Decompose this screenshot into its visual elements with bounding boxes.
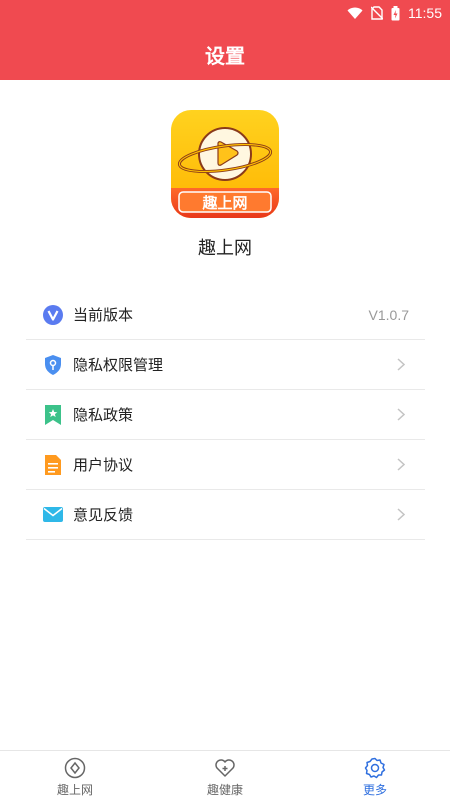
shield-key-icon: [43, 354, 63, 375]
bookmark-star-icon: [43, 404, 63, 425]
settings-label: 意见反馈: [73, 506, 134, 524]
app-name: 趣上网: [198, 238, 252, 259]
mail-icon: [43, 505, 63, 525]
bottom-tab-bar: 趣上网 趣健康 更多: [0, 750, 450, 801]
header-bar: 11:55 设置: [0, 0, 450, 80]
status-time: 11:55: [408, 5, 442, 21]
settings-row-privacy-permissions[interactable]: 隐私权限管理: [26, 340, 425, 390]
wifi-icon: [347, 7, 363, 19]
document-icon: [43, 454, 63, 475]
no-sim-icon: [371, 6, 383, 20]
settings-list: 当前版本 V1.0.7 隐私权限管理 隐私政策 用户协议 意见反馈: [26, 290, 425, 540]
version-value: V1.0.7: [368, 306, 409, 323]
chevron-right-icon: [397, 358, 407, 372]
settings-row-user-agreement[interactable]: 用户协议: [26, 440, 425, 490]
settings-row-feedback[interactable]: 意见反馈: [26, 490, 425, 540]
settings-label: 隐私政策: [73, 406, 134, 424]
heart-plus-icon: [215, 759, 235, 777]
settings-row-version[interactable]: 当前版本 V1.0.7: [26, 290, 425, 340]
tab-qushangwang[interactable]: 趣上网: [0, 751, 150, 801]
tab-label: 更多: [362, 783, 387, 797]
tab-more[interactable]: 更多: [300, 751, 450, 801]
chevron-right-icon: [397, 458, 407, 472]
page-title: 设置: [205, 44, 245, 68]
tab-qujiankang[interactable]: 趣健康: [150, 751, 300, 801]
app-logo-text: 趣上网: [202, 194, 248, 212]
version-v-icon: [43, 304, 63, 325]
status-bar: 11:55: [347, 3, 442, 23]
tab-label: 趣上网: [56, 783, 93, 797]
settings-row-privacy-policy[interactable]: 隐私政策: [26, 390, 425, 440]
battery-icon: [391, 5, 400, 20]
settings-label: 用户协议: [73, 456, 134, 474]
chevron-right-icon: [397, 408, 407, 422]
gear-icon: [364, 757, 386, 779]
compass-icon: [64, 757, 86, 779]
tab-label: 趣健康: [206, 783, 243, 797]
settings-label: 隐私权限管理: [73, 356, 164, 374]
settings-label: 当前版本: [73, 306, 134, 324]
chevron-right-icon: [397, 508, 407, 522]
